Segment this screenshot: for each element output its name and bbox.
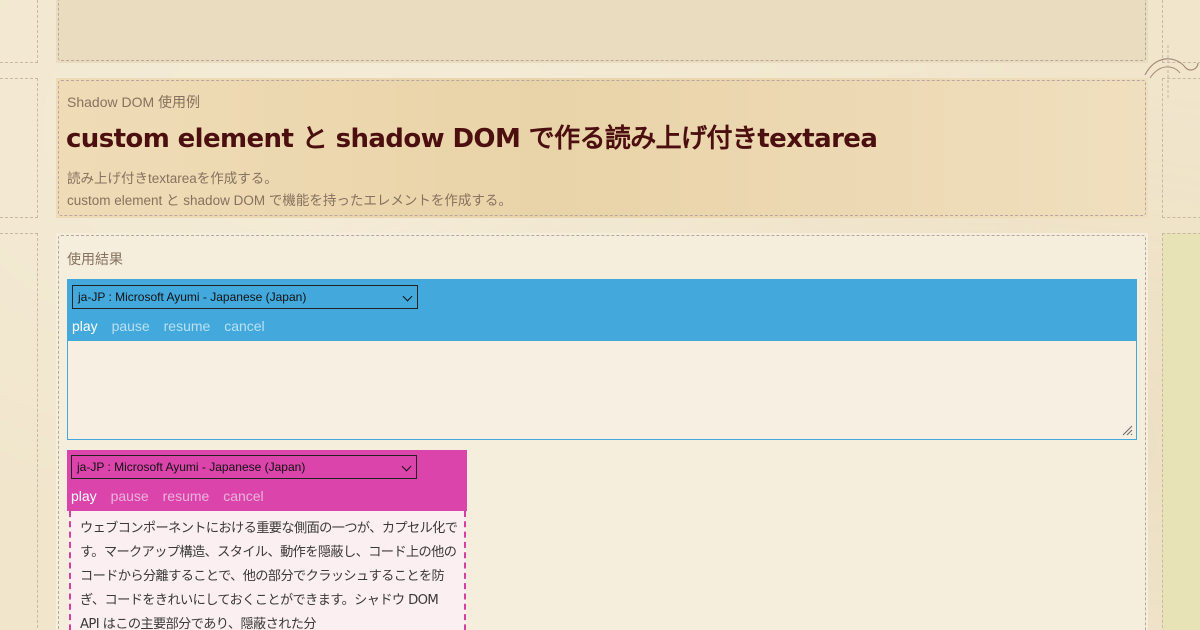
play-button[interactable]: play (71, 488, 97, 504)
pause-button[interactable]: pause (111, 488, 149, 504)
left-column-bottom (0, 233, 38, 630)
resize-handle-icon[interactable] (1121, 424, 1133, 436)
widget-toolbar: ja-JP : Microsoft Ayumi - Japanese (Japa… (67, 450, 467, 511)
voice-select[interactable]: ja-JP : Microsoft Ayumi - Japanese (Japa… (71, 455, 417, 479)
speech-content-text[interactable]: ウェブコンポーネントにおける重要な側面の一つが、カプセル化です。マークアップ構造… (69, 511, 466, 630)
playback-controls: play pause resume cancel (71, 488, 274, 504)
widget-toolbar: ja-JP : Microsoft Ayumi - Japanese (Japa… (68, 280, 1136, 341)
scroll-ornament-icon (1144, 45, 1199, 100)
pause-button[interactable]: pause (112, 318, 150, 334)
resume-button[interactable]: resume (164, 318, 211, 334)
playback-controls: play pause resume cancel (72, 318, 275, 334)
page-description-line-2: custom element と shadow DOM で機能を持ったエレメント… (67, 193, 512, 208)
left-column-middle (0, 78, 38, 218)
page-title: custom element と shadow DOM で作る読み上げ付きtex… (66, 124, 878, 154)
voice-select[interactable]: ja-JP : Microsoft Ayumi - Japanese (Japa… (72, 285, 418, 309)
cancel-button[interactable]: cancel (223, 488, 263, 504)
cancel-button[interactable]: cancel (224, 318, 264, 334)
voice-select-value: ja-JP : Microsoft Ayumi - Japanese (Japa… (77, 460, 306, 474)
play-button[interactable]: play (72, 318, 98, 334)
top-panel (56, 0, 1148, 63)
right-column-bottom (1162, 233, 1200, 630)
resume-button[interactable]: resume (163, 488, 210, 504)
speech-textarea[interactable] (68, 341, 1136, 439)
page-description-line-1: 読み上げ付きtextareaを作成する。 (67, 171, 278, 186)
chevron-down-icon (401, 461, 412, 472)
left-column-top (0, 0, 38, 63)
section-label: 使用結果 (67, 251, 123, 267)
speech-text-widget-pink: ja-JP : Microsoft Ayumi - Japanese (Japa… (67, 450, 467, 630)
chevron-down-icon (402, 291, 413, 302)
speech-textarea-widget-blue: ja-JP : Microsoft Ayumi - Japanese (Japa… (67, 279, 1137, 440)
page-eyebrow: Shadow DOM 使用例 (67, 94, 201, 110)
voice-select-value: ja-JP : Microsoft Ayumi - Japanese (Japa… (78, 290, 307, 304)
